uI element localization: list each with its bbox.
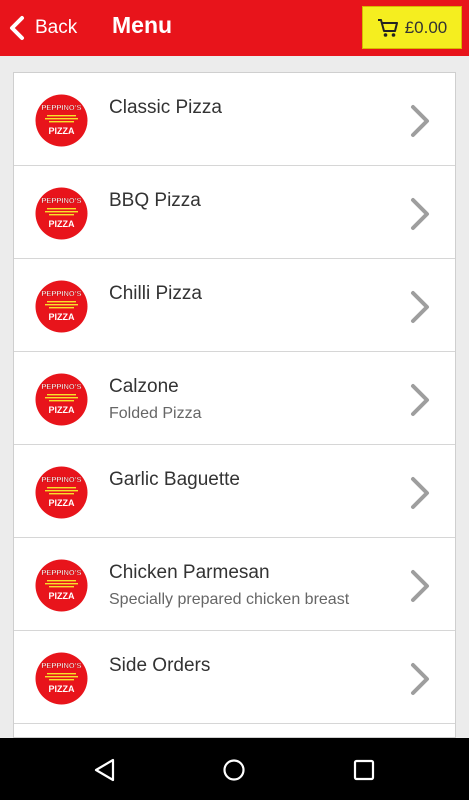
chevron-right-icon (411, 105, 429, 137)
svg-text:PIZZA: PIZZA (49, 219, 75, 229)
menu-item[interactable]: PEPPINO'S PIZZA Calzone Folded Pizza (14, 352, 455, 445)
system-navigation-bar (0, 738, 469, 800)
svg-text:PIZZA: PIZZA (49, 684, 75, 694)
svg-text:PEPPINO'S: PEPPINO'S (41, 475, 81, 484)
cart-button[interactable]: £0.00 (362, 6, 462, 49)
svg-text:PEPPINO'S: PEPPINO'S (41, 568, 81, 577)
peppinos-logo: PEPPINO'S PIZZA (35, 466, 88, 519)
menu-item[interactable]: PEPPINO'S PIZZA Garlic Baguette (14, 445, 455, 538)
back-triangle-icon[interactable] (92, 757, 118, 783)
svg-text:PIZZA: PIZZA (49, 405, 75, 415)
chevron-right-icon (411, 663, 429, 695)
menu-item[interactable]: PEPPINO'S PIZZA Chicken Parmesan Specially … (14, 538, 455, 631)
peppinos-logo: PEPPINO'S PIZZA (35, 373, 88, 426)
chevron-right-icon (411, 384, 429, 416)
peppinos-logo: PEPPINO'S PIZZA (35, 94, 88, 147)
menu-item[interactable]: PEPPINO'S PIZZA Side Orders (14, 631, 455, 724)
svg-text:PEPPINO'S: PEPPINO'S (41, 103, 81, 112)
chevron-right-icon (411, 477, 429, 509)
menu-item-name: Side Orders (109, 655, 211, 676)
svg-text:PEPPINO'S: PEPPINO'S (41, 196, 81, 205)
peppinos-logo: PEPPINO'S PIZZA (35, 187, 88, 240)
chevron-right-icon (411, 570, 429, 602)
cart-total: £0.00 (404, 17, 448, 37)
menu-item-name: Chilli Pizza (109, 283, 202, 304)
svg-text:PEPPINO'S: PEPPINO'S (41, 661, 81, 670)
menu-item[interactable]: PEPPINO'S PIZZA BBQ Pizza (14, 166, 455, 259)
svg-text:PIZZA: PIZZA (49, 312, 75, 322)
menu-item-name: BBQ Pizza (109, 190, 201, 211)
menu-category-list: PEPPINO'S PIZZA Classic Pizza PEPPINO'S PIZZ… (13, 72, 456, 738)
chevron-left-icon (10, 16, 24, 40)
menu-item-name: Classic Pizza (109, 97, 222, 118)
menu-item-description: Folded Pizza (109, 405, 202, 422)
chevron-right-icon (411, 198, 429, 230)
chevron-right-icon (411, 291, 429, 323)
svg-text:PEPPINO'S: PEPPINO'S (41, 289, 81, 298)
menu-item[interactable]: PEPPINO'S PIZZA Chilli Pizza (14, 259, 455, 352)
svg-text:PIZZA: PIZZA (49, 591, 75, 601)
menu-item-name: Chicken Parmesan (109, 562, 270, 583)
shopping-cart-icon (377, 18, 398, 37)
back-button[interactable]: Back (8, 8, 88, 48)
menu-item-name: Calzone (109, 376, 179, 397)
peppinos-logo: PEPPINO'S PIZZA (35, 280, 88, 333)
svg-text:PIZZA: PIZZA (49, 498, 75, 508)
peppinos-logo: PEPPINO'S PIZZA (35, 559, 88, 612)
top-app-bar: Back Menu £0.00 (0, 0, 469, 56)
menu-item-name: Garlic Baguette (109, 469, 240, 490)
svg-text:PEPPINO'S: PEPPINO'S (41, 382, 81, 391)
page-title: Menu (112, 12, 173, 38)
menu-item[interactable]: PEPPINO'S PIZZA Classic Pizza (14, 73, 455, 166)
home-circle-icon[interactable] (221, 757, 247, 783)
svg-text:PIZZA: PIZZA (49, 126, 75, 136)
back-label: Back (35, 17, 78, 38)
menu-item-description: Specially prepared chicken breast (109, 591, 350, 608)
peppinos-logo: PEPPINO'S PIZZA (35, 652, 88, 705)
recents-square-icon[interactable] (351, 757, 377, 783)
menu-item[interactable] (14, 724, 455, 737)
